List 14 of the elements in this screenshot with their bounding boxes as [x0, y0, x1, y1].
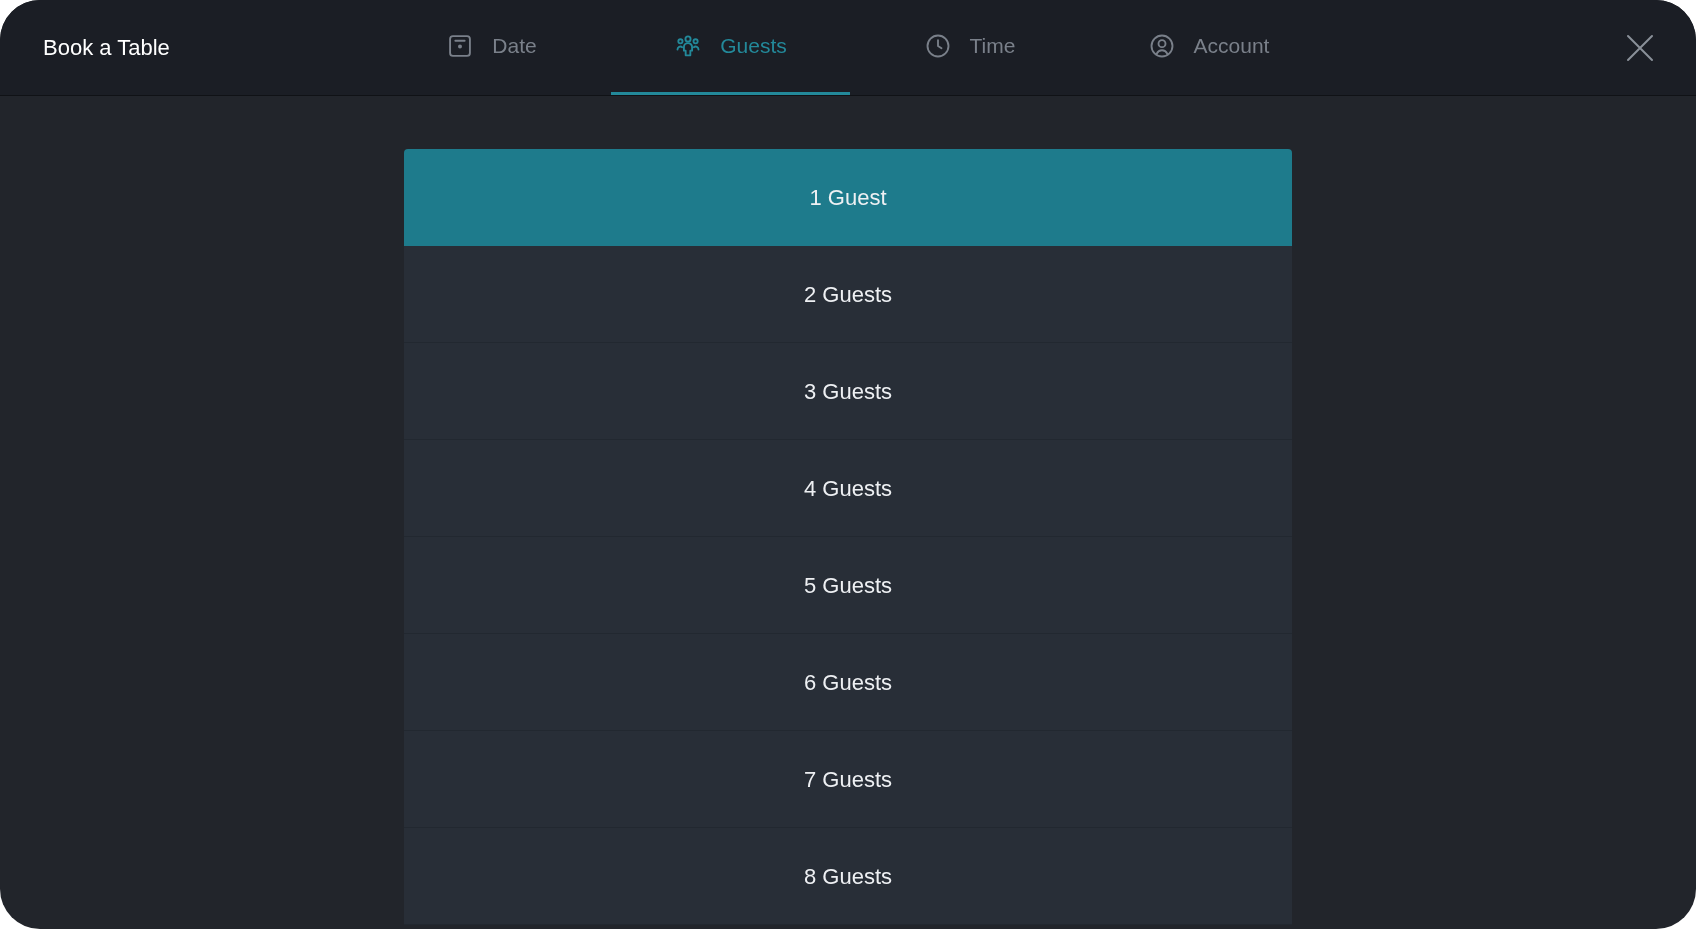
guest-option[interactable]: 8 Guests: [404, 828, 1292, 925]
window-title: Book a Table: [43, 34, 170, 62]
guest-option[interactable]: 2 Guests: [404, 246, 1292, 343]
guest-option[interactable]: 1 Guest: [404, 149, 1292, 246]
guest-option[interactable]: 4 Guests: [404, 440, 1292, 537]
tab[interactable]: Time: [850, 0, 1089, 95]
tab[interactable]: Date: [372, 0, 611, 95]
tab[interactable]: Guests: [611, 0, 850, 95]
close-icon[interactable]: [1626, 33, 1654, 62]
guest-option[interactable]: 7 Guests: [404, 731, 1292, 828]
guest-option[interactable]: 5 Guests: [404, 537, 1292, 634]
tab[interactable]: Account: [1089, 0, 1328, 95]
guest-option[interactable]: 6 Guests: [404, 634, 1292, 731]
guest-option[interactable]: 3 Guests: [404, 343, 1292, 440]
